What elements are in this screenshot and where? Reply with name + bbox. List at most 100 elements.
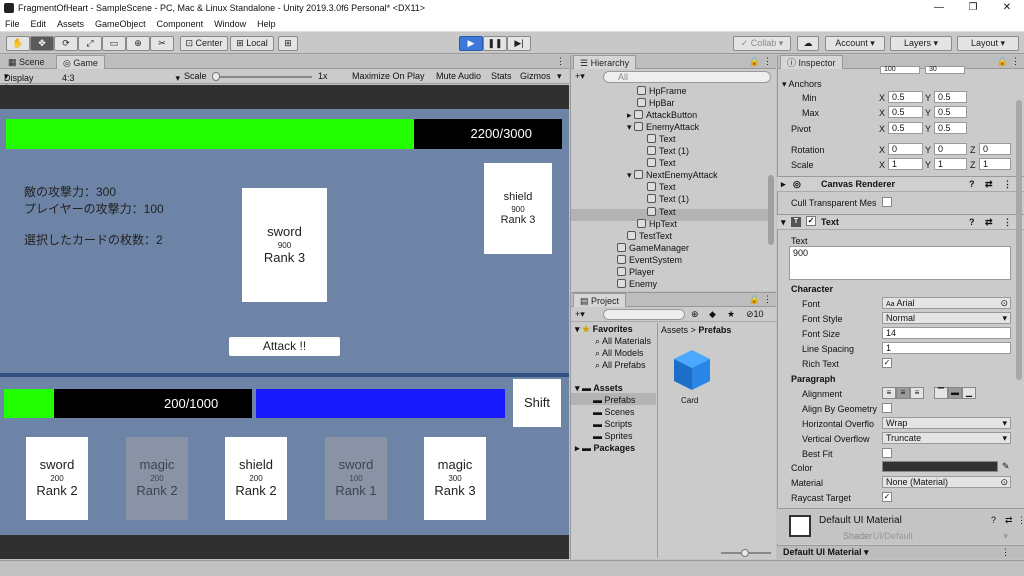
cull-transparent-checkbox[interactable]: [882, 197, 892, 207]
menu-help[interactable]: Help: [252, 19, 282, 29]
tree-item[interactable]: ⌕ All Prefabs: [595, 359, 646, 371]
collapse-arrow-icon[interactable]: ▾: [627, 122, 632, 132]
help-icon[interactable]: ?: [991, 515, 996, 525]
font-style-dropdown[interactable]: Normal ▾: [882, 312, 1011, 324]
expand-arrow-icon[interactable]: ▸: [627, 110, 632, 120]
pivot-x[interactable]: 0.5: [888, 122, 923, 134]
tree-favorites[interactable]: ▾ ★ Favorites: [575, 323, 633, 335]
icon-size-slider-thumb[interactable]: [741, 549, 749, 557]
font-size-field[interactable]: 14: [882, 327, 1011, 339]
component-menu-icon[interactable]: ⋮: [1017, 515, 1024, 526]
pivot-y[interactable]: 0.5: [934, 122, 967, 134]
hand-card[interactable]: sword 100 Rank 1: [325, 437, 387, 520]
game-menu-icon[interactable]: ⋮: [556, 56, 565, 67]
collab-button[interactable]: ✓ Collab ▾: [733, 36, 791, 51]
hierarchy-item[interactable]: GameManager: [617, 242, 689, 254]
star-icon[interactable]: ★: [727, 309, 735, 320]
play-button[interactable]: ▶: [459, 36, 483, 51]
tree-item[interactable]: ⌕ All Materials: [595, 335, 651, 347]
rich-text-checkbox[interactable]: ✓: [882, 358, 892, 368]
align-center-icon[interactable]: ≡: [896, 387, 910, 399]
preview-dropdown[interactable]: Default UI Material ▾: [783, 547, 869, 558]
project-search-input[interactable]: [603, 309, 685, 320]
account-dropdown[interactable]: Account ▾: [825, 36, 885, 51]
shift-button[interactable]: Shift: [513, 379, 561, 427]
help-icon[interactable]: ?: [969, 177, 975, 191]
attack-button[interactable]: Attack !!: [229, 337, 340, 356]
collapse-arrow-icon[interactable]: ▾: [781, 215, 786, 229]
maximize-icon[interactable]: ❐: [956, 0, 990, 16]
rotation-y[interactable]: 0: [934, 143, 967, 155]
minimize-icon[interactable]: —: [922, 0, 956, 16]
step-button[interactable]: ▶|: [507, 36, 531, 51]
hierarchy-scrollbar[interactable]: [768, 175, 774, 245]
tree-item-selected[interactable]: ▬ Prefabs: [593, 394, 636, 406]
collapse-arrow-icon[interactable]: ▾: [627, 170, 632, 180]
hand-card[interactable]: magic 300 Rank 3: [424, 437, 486, 520]
rotate-tool-icon[interactable]: ⟳: [54, 36, 78, 51]
breadcrumb-prefabs[interactable]: Prefabs: [698, 325, 731, 335]
menu-component[interactable]: Component: [152, 19, 210, 29]
menu-file[interactable]: File: [0, 19, 26, 29]
panel-menu-icon[interactable]: ⋮: [763, 56, 772, 67]
scale-y[interactable]: 1: [934, 158, 967, 170]
component-menu-icon[interactable]: ⋮: [1003, 177, 1012, 191]
hierarchy-item[interactable]: ▸ AttackButton: [627, 109, 697, 121]
gizmos-toggle[interactable]: Gizmos: [520, 71, 551, 81]
menu-edit[interactable]: Edit: [26, 19, 53, 29]
hierarchy-item[interactable]: ▾ EnemyAttack: [627, 121, 699, 133]
rotation-x[interactable]: 0: [888, 143, 923, 155]
cloud-icon[interactable]: ☁: [797, 36, 819, 51]
hierarchy-item-selected[interactable]: Text: [647, 206, 676, 218]
tab-scene[interactable]: ▦ Scene: [2, 55, 51, 69]
color-swatch[interactable]: [882, 461, 998, 472]
custom-tool-icon[interactable]: ✂: [150, 36, 174, 51]
shader-dropdown[interactable]: UI/Default ▾: [873, 531, 1008, 541]
hand-card[interactable]: sword 200 Rank 2: [26, 437, 88, 520]
hierarchy-item[interactable]: Text: [647, 157, 676, 169]
font-field[interactable]: Aa Arial ⊙: [882, 297, 1011, 309]
component-menu-icon[interactable]: ⋮: [1003, 215, 1012, 229]
tab-game[interactable]: ◎ Game: [56, 55, 105, 69]
snap-icon[interactable]: ⊞: [278, 36, 298, 51]
width-field[interactable]: 100: [880, 66, 920, 74]
tree-item[interactable]: ▬ Scripts: [593, 418, 632, 430]
anchor-min-y[interactable]: 0.5: [934, 91, 967, 103]
prefab-asset-card[interactable]: [672, 348, 712, 392]
pivot-center-toggle[interactable]: ⊡ Center: [180, 36, 228, 51]
anchors-foldout[interactable]: ▾ Anchors: [782, 79, 822, 90]
object-picker-icon[interactable]: ⊙: [1000, 298, 1008, 308]
height-field[interactable]: 30: [925, 66, 965, 74]
scale-slider-track[interactable]: [212, 76, 312, 78]
hand-tool-icon[interactable]: ✋: [6, 36, 30, 51]
layers-dropdown[interactable]: Layers ▾: [890, 36, 952, 51]
tab-project[interactable]: ▤ Project: [573, 293, 627, 307]
material-field[interactable]: None (Material) ⊙: [882, 476, 1011, 488]
hierarchy-item[interactable]: ▾ NextEnemyAttack: [627, 169, 718, 181]
hierarchy-search-input[interactable]: All: [603, 71, 771, 83]
mute-audio-toggle[interactable]: Mute Audio: [436, 71, 481, 81]
line-spacing-field[interactable]: 1: [882, 342, 1011, 354]
hierarchy-item[interactable]: EventSystem: [617, 254, 682, 266]
hierarchy-item[interactable]: HpBar: [637, 97, 675, 109]
display-select[interactable]: Display 1 ▾: [4, 71, 34, 93]
filter-label-icon[interactable]: ◆: [709, 309, 716, 320]
preset-icon[interactable]: ⇄: [985, 215, 993, 229]
scale-x[interactable]: 1: [888, 158, 923, 170]
eyedropper-icon[interactable]: ✎: [1002, 461, 1010, 472]
expand-arrow-icon[interactable]: ▸: [781, 177, 786, 191]
hierarchy-item[interactable]: Text: [647, 181, 676, 193]
raycast-checkbox[interactable]: ✓: [882, 492, 892, 502]
scale-z[interactable]: 1: [979, 158, 1011, 170]
stats-toggle[interactable]: Stats: [491, 71, 512, 81]
panel-menu-icon[interactable]: ⋮: [1011, 56, 1020, 67]
breadcrumb-assets[interactable]: Assets: [661, 325, 688, 335]
scale-slider-thumb[interactable]: [212, 72, 220, 81]
pause-button[interactable]: ❚❚: [483, 36, 507, 51]
close-icon[interactable]: ✕: [990, 0, 1024, 16]
hierarchy-item[interactable]: HpText: [637, 218, 677, 230]
tree-packages[interactable]: ▸ ▬ Packages: [575, 442, 635, 454]
lock-icon[interactable]: 🔒: [997, 56, 1008, 67]
selected-card[interactable]: sword 900 Rank 3: [242, 188, 327, 302]
hand-card[interactable]: magic 200 Rank 2: [126, 437, 188, 520]
